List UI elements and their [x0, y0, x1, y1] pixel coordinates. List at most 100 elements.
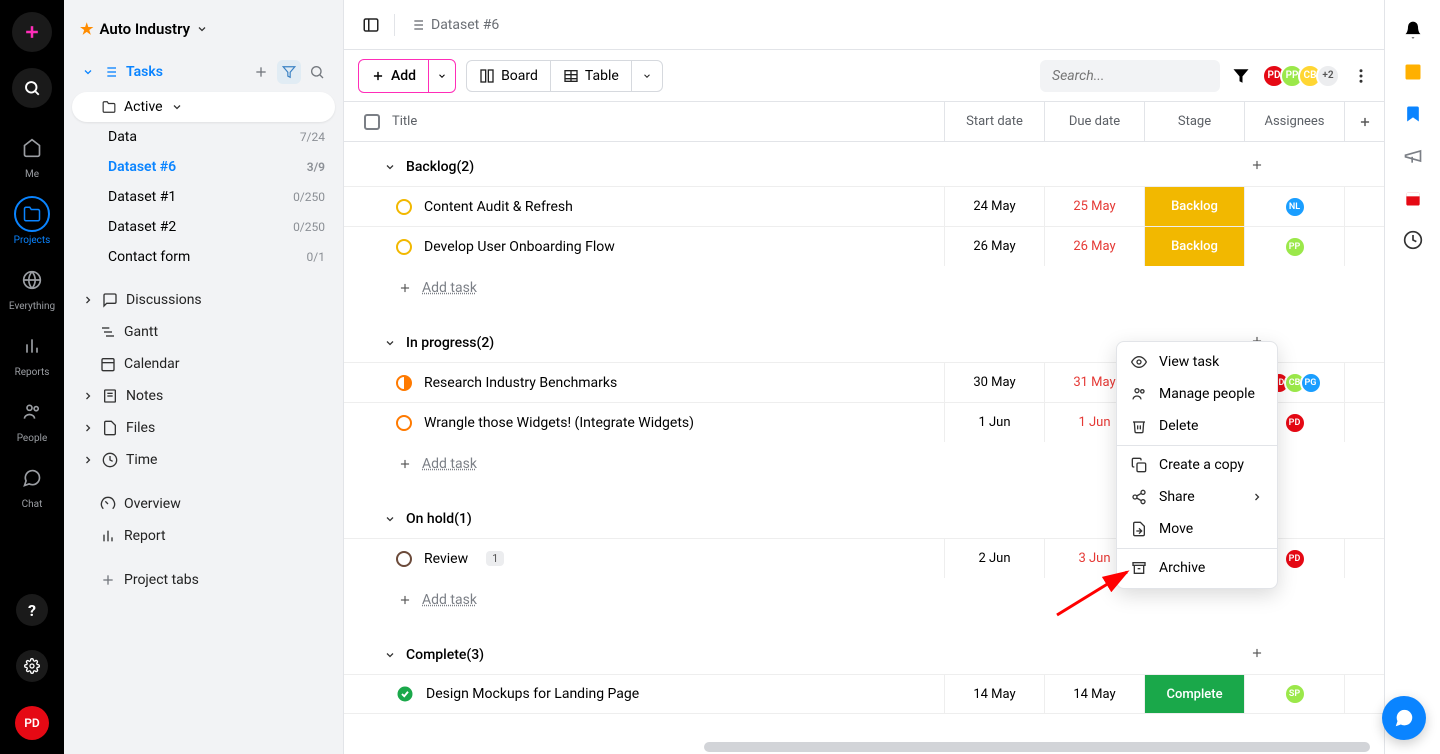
- nav-reports[interactable]: Reports: [0, 322, 64, 384]
- col-stage[interactable]: Stage: [1144, 102, 1244, 141]
- cell-stage[interactable]: Backlog: [1144, 187, 1244, 226]
- col-title[interactable]: Title: [392, 114, 417, 129]
- select-all-checkbox[interactable]: [364, 114, 380, 130]
- col-start[interactable]: Start date: [944, 102, 1044, 141]
- avatar[interactable]: NL: [1284, 196, 1306, 218]
- assignee-avatars[interactable]: PDPPCB+2: [1262, 64, 1340, 88]
- cell-due[interactable]: 26 May: [1044, 227, 1144, 266]
- settings-button[interactable]: [16, 650, 48, 682]
- plus-icon[interactable]: [253, 64, 269, 80]
- add-button[interactable]: Add: [358, 59, 456, 93]
- filter-chip[interactable]: [277, 60, 301, 84]
- cell-start[interactable]: 14 May: [944, 675, 1044, 713]
- global-search-button[interactable]: [12, 68, 52, 108]
- sidebar-notes[interactable]: Notes: [72, 380, 335, 412]
- sidebar-item-dataset6[interactable]: Dataset #6 3/9: [72, 152, 335, 182]
- cell-stage[interactable]: Backlog: [1144, 227, 1244, 266]
- history-icon[interactable]: [1403, 230, 1423, 250]
- megaphone-icon[interactable]: [1403, 146, 1423, 166]
- group-add-icon[interactable]: [1250, 158, 1364, 176]
- view-more-tab[interactable]: [631, 61, 662, 91]
- kebab-icon[interactable]: [1352, 67, 1370, 85]
- sidebar-item-data[interactable]: Data 7/24: [72, 122, 335, 152]
- col-add[interactable]: [1344, 102, 1384, 141]
- group-header[interactable]: Complete(3): [344, 630, 1384, 674]
- view-table-tab[interactable]: Table: [550, 61, 631, 91]
- avatar[interactable]: PG: [1300, 372, 1322, 394]
- ctx-copy[interactable]: Create a copy: [1117, 449, 1277, 481]
- sidebar-overview[interactable]: Overview: [72, 488, 335, 520]
- sidebar-time[interactable]: Time: [72, 444, 335, 476]
- nav-everything[interactable]: Everything: [0, 256, 64, 318]
- cell-due[interactable]: 14 May: [1044, 675, 1144, 713]
- ctx-move[interactable]: Move: [1117, 513, 1277, 545]
- sidebar-item-dataset1[interactable]: Dataset #1 0/250: [72, 182, 335, 212]
- cell-assignees[interactable]: SP: [1244, 675, 1344, 713]
- search-input[interactable]: [1040, 60, 1220, 92]
- ctx-delete[interactable]: Delete: [1117, 410, 1277, 442]
- cell-due[interactable]: 25 May: [1044, 187, 1144, 226]
- nav-people[interactable]: People: [0, 388, 64, 450]
- sidebar-files[interactable]: Files: [72, 412, 335, 444]
- cell-start[interactable]: 30 May: [944, 363, 1044, 402]
- sidebar-discussions[interactable]: Discussions: [72, 284, 335, 316]
- project-selector[interactable]: ★ Auto Industry: [72, 16, 335, 52]
- help-button[interactable]: ?: [16, 594, 48, 626]
- tasks-label: Tasks: [126, 64, 163, 80]
- check-circle-icon: [396, 685, 414, 703]
- search-icon[interactable]: [309, 64, 325, 80]
- sidebar-item-dataset2[interactable]: Dataset #2 0/250: [72, 212, 335, 242]
- avatar[interactable]: PP: [1284, 236, 1306, 258]
- archive-icon: [1131, 560, 1147, 576]
- table-row[interactable]: Content Audit & Refresh 24 May 25 May Ba…: [344, 186, 1384, 226]
- panel-toggle-icon[interactable]: [362, 16, 380, 34]
- col-due[interactable]: Due date: [1044, 102, 1144, 141]
- col-assignees[interactable]: Assignees: [1244, 102, 1344, 141]
- sticky-note-icon[interactable]: [1403, 62, 1423, 82]
- sidebar-gantt[interactable]: Gantt: [72, 316, 335, 348]
- cell-start[interactable]: 2 Jun: [944, 539, 1044, 578]
- cell-assignees[interactable]: PP: [1244, 227, 1344, 266]
- group-add-icon[interactable]: [1250, 646, 1364, 664]
- ctx-label: Share: [1159, 489, 1195, 505]
- bookmark-icon[interactable]: [1403, 104, 1423, 124]
- ctx-share[interactable]: Share: [1117, 481, 1277, 513]
- sidebar-calendar[interactable]: Calendar: [72, 348, 335, 380]
- nav-chat[interactable]: Chat: [0, 454, 64, 516]
- ctx-manage-people[interactable]: Manage people: [1117, 378, 1277, 410]
- cell-start[interactable]: 26 May: [944, 227, 1044, 266]
- calendar-badge-icon[interactable]: [1403, 188, 1423, 208]
- nav-me[interactable]: Me: [0, 124, 64, 186]
- current-user-avatar[interactable]: PD: [15, 706, 49, 740]
- chat-fab[interactable]: [1382, 696, 1426, 740]
- avatar[interactable]: PD: [1284, 548, 1306, 570]
- sidebar-item-contact[interactable]: Contact form 0/1: [72, 242, 335, 272]
- view-board-tab[interactable]: Board: [467, 61, 550, 91]
- sidebar-report[interactable]: Report: [72, 520, 335, 552]
- global-add-button[interactable]: [12, 12, 52, 52]
- ctx-archive[interactable]: Archive: [1117, 552, 1277, 584]
- sidebar-project-tabs[interactable]: Project tabs: [72, 564, 335, 596]
- avatar[interactable]: PD: [1284, 412, 1306, 434]
- nav-projects[interactable]: Projects: [0, 190, 64, 252]
- bell-icon[interactable]: [1403, 20, 1423, 40]
- task-title: Wrangle those Widgets! (Integrate Widget…: [424, 415, 694, 431]
- add-dropdown-caret[interactable]: [428, 59, 455, 93]
- cell-add: [1344, 403, 1384, 442]
- add-task-button[interactable]: Add task: [344, 266, 1384, 318]
- breadcrumb[interactable]: Dataset #6: [409, 17, 499, 33]
- sidebar-active-group[interactable]: Active: [72, 92, 335, 122]
- table-row[interactable]: Design Mockups for Landing Page 14 May 1…: [344, 674, 1384, 714]
- sidebar-tasks[interactable]: Tasks: [72, 52, 335, 92]
- ctx-view-task[interactable]: View task: [1117, 346, 1277, 378]
- table-row[interactable]: Develop User Onboarding Flow 26 May 26 M…: [344, 226, 1384, 266]
- cell-start[interactable]: 24 May: [944, 187, 1044, 226]
- group-header[interactable]: Backlog(2): [344, 142, 1384, 186]
- cell-assignees[interactable]: NL: [1244, 187, 1344, 226]
- avatar-more[interactable]: +2: [1316, 64, 1340, 88]
- cell-stage[interactable]: Complete: [1144, 675, 1244, 713]
- horizontal-scrollbar[interactable]: [704, 742, 1370, 752]
- cell-start[interactable]: 1 Jun: [944, 403, 1044, 442]
- avatar[interactable]: SP: [1284, 683, 1306, 705]
- filter-icon[interactable]: [1232, 67, 1250, 85]
